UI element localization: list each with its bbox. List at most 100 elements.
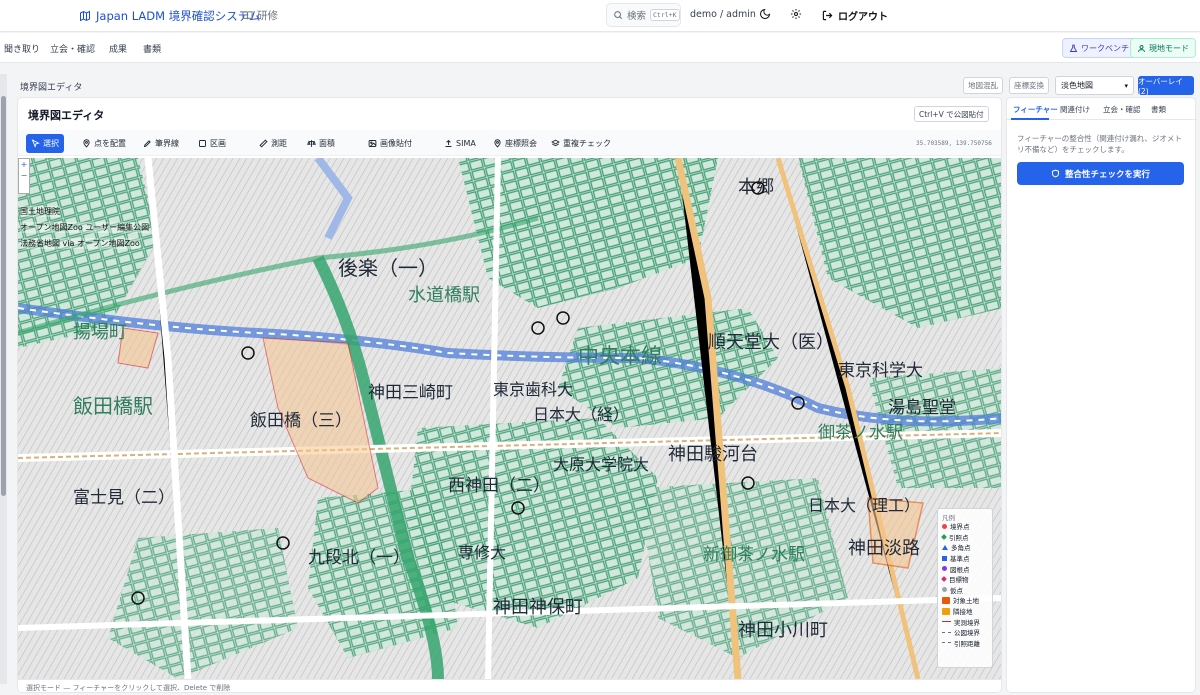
book-icon (242, 11, 253, 20)
map-label-yushima-seido: 湯島聖堂 (888, 398, 956, 418)
legend-label: 隣接地 (953, 608, 973, 617)
gear-icon[interactable] (790, 8, 802, 20)
map-label-science-univ: 東京科学大 (838, 361, 923, 381)
legend-swatch-icon (942, 523, 947, 529)
legend-label: 目標物 (949, 576, 969, 585)
user-icon (1138, 44, 1145, 52)
tab-associations[interactable]: 関連付け (1060, 104, 1090, 115)
upload-icon (445, 139, 452, 147)
scrollbar-thumb[interactable] (1, 96, 6, 496)
legend-item: 対象土地 (942, 595, 988, 606)
legend-swatch-icon (942, 621, 951, 623)
map-label-fujimi: 富士見（二） (73, 488, 175, 508)
basemap-select[interactable]: 淡色地図 ▾ (1055, 76, 1134, 95)
editor-card: 境界図エディタ Ctrl+V で公図貼付 選択 点を配置 筆界線 区画 測距 面… (17, 97, 1002, 693)
layers-icon (551, 139, 560, 147)
tool-select[interactable]: 選択 (26, 134, 64, 153)
tool-measure[interactable]: 測距 (254, 134, 292, 153)
tab-features[interactable]: フィーチャー (1013, 104, 1058, 115)
legend-label: 仮点 (950, 586, 963, 595)
editor-toolbar: 選択 点を配置 筆界線 区画 測距 面積 画像貼付 SIMA 座標照会 重複チェ… (18, 130, 1001, 156)
tool-parcel-label: 区画 (210, 139, 226, 148)
legend-item: 図根点 (942, 563, 988, 574)
search-input[interactable]: 検索 Ctrl+K (606, 3, 681, 27)
tab-documents[interactable]: 書類 (1151, 104, 1166, 115)
legend-item: 境界点 (942, 521, 988, 532)
shield-icon (1052, 169, 1059, 178)
field-mode-button[interactable]: 現地モード (1130, 38, 1196, 58)
zoom-out-button[interactable]: − (19, 170, 29, 181)
legend-item: 目標物 (941, 574, 988, 585)
map-label-suidobashi-station: 水道橋駅 (408, 285, 480, 306)
tool-coord-lookup[interactable]: 座標照会 (488, 134, 542, 153)
moon-icon[interactable] (759, 8, 771, 20)
tool-paste-image-label: 画像貼付 (380, 139, 412, 148)
map-label-misakicho: 神田三崎町 (368, 383, 453, 403)
paste-button[interactable]: Ctrl+V で公図貼付 (914, 106, 989, 122)
zoom-in-button[interactable]: + (19, 159, 29, 170)
tool-boundary-line[interactable]: 筆界線 (138, 134, 184, 153)
legend-label: 引照距離 (954, 639, 980, 648)
tool-overlap-check-label: 重複チェック (563, 139, 611, 148)
zoom-control[interactable]: + − (18, 158, 30, 194)
training-link[interactable]: 研修 (242, 8, 278, 23)
map-label-jimbocho: 神田神保町 (493, 597, 583, 618)
workbench-label: ワークベンチ (1081, 43, 1129, 53)
logout-label: ログアウト (838, 12, 888, 23)
map-label-kanda-surugadai: 神田駿河台 (668, 444, 758, 465)
map-label-agebacho: 揚場町 (73, 322, 127, 343)
legend-item: 基準点 (942, 553, 988, 564)
nav-item-hearing[interactable]: 聞き取り (4, 42, 40, 55)
workbench-button[interactable]: ワークベンチ (1062, 38, 1136, 58)
nav-item-witness[interactable]: 立会・確認 (50, 42, 95, 55)
coordinate-readout: 35.703589, 139.750756 (916, 140, 992, 147)
pin-icon (83, 139, 90, 148)
tool-overlap-check[interactable]: 重複チェック (546, 134, 616, 153)
legend-item: 公図境界 (942, 627, 988, 638)
legend-title: 凡例 (942, 514, 955, 522)
legend-item: 多角点 (942, 542, 988, 553)
logout-button[interactable]: ログアウト (822, 8, 888, 23)
app-title-text: Japan LADM 境界確認システム (96, 9, 261, 23)
tab-witness[interactable]: 立会・確認 (1103, 104, 1141, 115)
tool-sima-label: SIMA (456, 139, 476, 148)
map-clip-button[interactable]: 地図混乱 (963, 77, 1003, 94)
legend-swatch-icon (942, 596, 950, 604)
tool-area[interactable]: 面積 (302, 134, 340, 153)
map-label-ochanomizu-station: 御茶ノ水駅 (818, 423, 903, 443)
map-label-iidabashi-3: 飯田橋（三） (250, 411, 352, 431)
nav-item-documents[interactable]: 書類 (143, 42, 161, 55)
cursor-icon (31, 139, 40, 148)
coord-convert-button[interactable]: 座標変換 (1009, 77, 1049, 94)
top-bar: Japan LADM 境界確認システム 研修 検索 Ctrl+K demo / … (0, 0, 1200, 32)
legend-label: 対象土地 (953, 597, 979, 606)
map-basemap: 飯田橋駅 水道橋駅 後楽（一） 中央本線 順天堂大（医） 東京科学大 湯島聖堂 … (18, 158, 1001, 679)
map-label-shin-ochanomizu: 新御茶ノ水駅 (703, 545, 805, 565)
search-icon (614, 11, 623, 20)
tool-place-point[interactable]: 点を配置 (77, 134, 131, 153)
legend-label: 実測境界 (954, 618, 980, 627)
page-scrollbar[interactable] (0, 74, 7, 684)
search-placeholder: 検索 (627, 11, 647, 22)
run-integrity-check-button[interactable]: 整合性チェックを実行 (1017, 162, 1184, 185)
legend-swatch-icon (942, 544, 948, 550)
nav-item-results[interactable]: 成果 (109, 42, 127, 55)
tool-parcel[interactable]: 区画 (193, 134, 231, 153)
map-label-kudankita: 九段北（一） (308, 548, 410, 568)
map-label-ohara: 大原大学院大 (553, 455, 649, 474)
training-label: 研修 (257, 10, 278, 22)
map-legend: 凡例 境界点 引照点 多角点 基準点 図根点 目標物 仮点 対象土地 隣接地 実測境界 公図境界 引照… (937, 508, 993, 668)
attribution-moj: 法務省地図 via オープン地図Zoo (20, 238, 140, 249)
map-canvas[interactable]: 飯田橋駅 水道橋駅 後楽（一） 中央本線 順天堂大（医） 東京科学大 湯島聖堂 … (18, 158, 1001, 679)
legend-label: 公図境界 (954, 629, 980, 638)
map-label-nishikanda: 西神田（二） (448, 476, 550, 496)
legend-label: 境界点 (950, 523, 970, 532)
overlay-button[interactable]: オーバーレイ (2) (1138, 76, 1194, 96)
tool-paste-image[interactable]: 画像貼付 (363, 134, 417, 153)
map-label-iidabashi-station: 飯田橋駅 (73, 394, 153, 418)
tool-select-label: 選択 (43, 139, 59, 148)
map-label-kanda-awaji: 神田淡路 (848, 538, 920, 559)
app-title[interactable]: Japan LADM 境界確認システム (79, 8, 260, 24)
tool-sima[interactable]: SIMA (439, 134, 481, 153)
legend-item: 引照距離 (942, 638, 988, 649)
